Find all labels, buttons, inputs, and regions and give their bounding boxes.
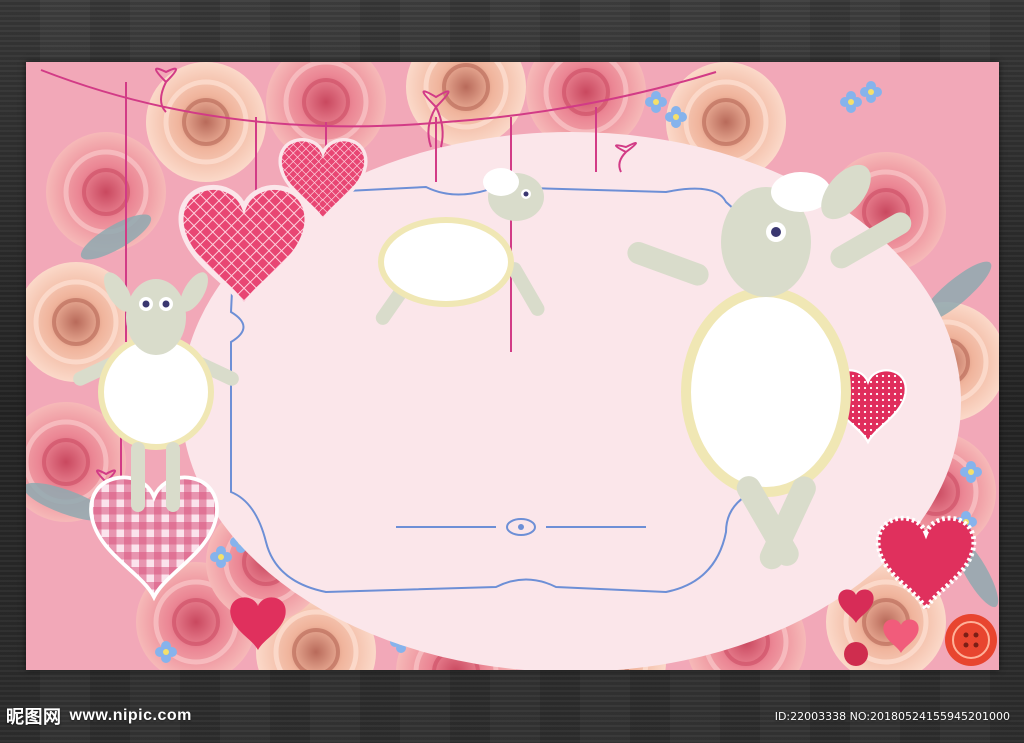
site-logo[interactable]: 昵图网 www.nipic.com xyxy=(6,703,192,729)
poster-illustration xyxy=(26,62,999,670)
flower-icon xyxy=(406,62,526,147)
footer-bar: 昵图网 www.nipic.com ID:22003338 NO:2018052… xyxy=(0,689,1024,743)
image-id: ID:22003338 NO:20180524155945201000 xyxy=(774,709,1010,723)
brand-name: 昵图网 xyxy=(6,707,62,727)
site-url: www.nipic.com xyxy=(69,707,192,724)
poster-board xyxy=(26,62,999,670)
